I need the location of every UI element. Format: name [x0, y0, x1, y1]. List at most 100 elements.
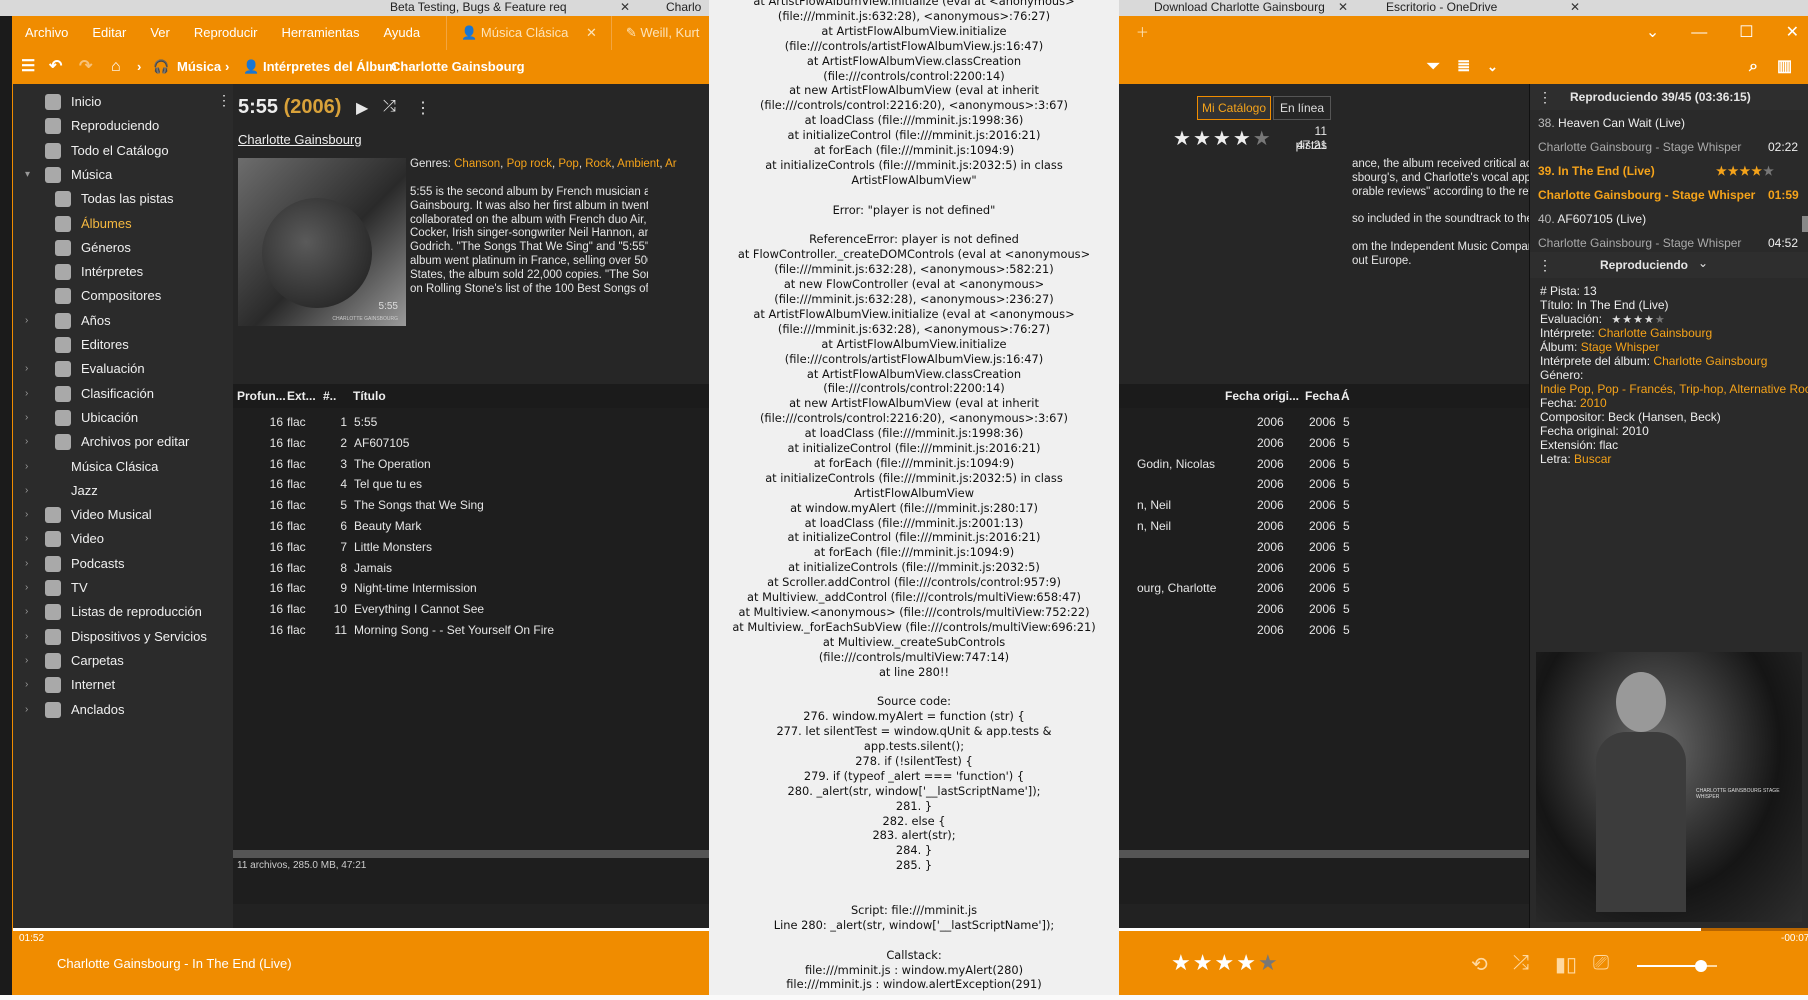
volume-slider[interactable] [1637, 960, 1717, 972]
detail-value[interactable]: Charlotte Gainsbourg [1598, 326, 1712, 340]
minimize-button[interactable]: — [1691, 16, 1707, 50]
close-icon[interactable]: ✕ [620, 0, 630, 14]
sidebar-item[interactable]: › Anclados [13, 696, 233, 724]
chevron-down-icon[interactable]: ⌄ [1646, 16, 1659, 50]
new-tab-button[interactable]: ＋ [1122, 16, 1163, 50]
playlist-item-rating[interactable]: ★★★★★ [1716, 164, 1775, 178]
close-icon[interactable]: ✕ [1570, 0, 1580, 14]
star-icon[interactable]: ★ [1171, 950, 1193, 975]
chevron-down-icon[interactable]: ⌄ [1487, 50, 1498, 84]
close-window-button[interactable]: ✕ [1786, 16, 1799, 50]
more-icon[interactable]: ⋮ [1538, 89, 1552, 106]
detail-value[interactable]: Charlotte Gainsbourg [1653, 354, 1767, 368]
col-num[interactable]: #.. [323, 384, 336, 408]
playlist-item[interactable]: 38. Heaven Can Wait (Live) [1538, 116, 1808, 130]
list-view-icon[interactable]: ≣ [1457, 50, 1470, 84]
genre-link[interactable]: Chanson [454, 158, 500, 170]
error-line: at ArtistFlowAlbumView.initialize [821, 23, 1007, 38]
error-line: at Multiview._forEachSubView (file:///co… [732, 619, 1096, 634]
star-icon[interactable]: ★ [1258, 950, 1280, 975]
menu-ver[interactable]: Ver [138, 16, 182, 50]
detail-value[interactable]: Indie Pop, Pop - Francés, Trip-hop, Alte… [1540, 382, 1808, 396]
more-icon[interactable]: ⋮ [217, 92, 231, 109]
current-track[interactable]: Charlotte Gainsbourg - In The End (Live) [57, 956, 292, 971]
star-icon[interactable]: ★ [1233, 128, 1253, 150]
playlist-item[interactable]: 39. In The End (Live) ★★★★★ [1538, 164, 1808, 178]
back-icon[interactable]: ↶ [49, 50, 62, 84]
menu-editar[interactable]: Editar [80, 16, 138, 50]
forward-icon[interactable]: ↷ [79, 50, 92, 84]
browser-tab[interactable]: Download Charlotte Gainsbourg ✕ [1130, 0, 1350, 16]
breadcrumb-artist[interactable]: Charlotte Gainsbourg [391, 50, 525, 84]
genre-link[interactable]: Pop [558, 158, 578, 170]
track-rating[interactable]: ★★★★★ [1171, 950, 1280, 976]
online-button[interactable]: En línea [1273, 96, 1331, 120]
genre-link[interactable]: Ar [665, 158, 677, 170]
repeat-icon[interactable]: ⟲ [1471, 952, 1488, 977]
star-icon[interactable]: ★ [1751, 164, 1763, 178]
menu-ayuda[interactable]: Ayuda [371, 16, 432, 50]
search-icon[interactable]: ⌕ [1749, 50, 1758, 84]
browser-tab[interactable]: Beta Testing, Bugs & Feature req ✕ [368, 0, 632, 16]
app-tab-musica-clasica[interactable]: 👤 Música Clásica ✕ [446, 16, 611, 50]
col-orig-date[interactable]: Fecha origi... [1225, 384, 1299, 408]
star-icon[interactable]: ★ [1633, 314, 1644, 326]
home-icon[interactable]: ⌂ [111, 50, 121, 84]
star-icon[interactable]: ★ [1253, 128, 1273, 150]
more-icon[interactable]: ⋮ [1538, 257, 1552, 274]
playlist-item-artist: Charlotte Gainsbourg - Stage Whisper [1538, 140, 1742, 154]
close-icon[interactable]: ✕ [1338, 0, 1348, 14]
menu-archivo[interactable]: Archivo [13, 16, 80, 50]
genre-link[interactable]: Pop rock [507, 158, 552, 170]
star-icon[interactable]: ★ [1193, 950, 1215, 975]
album-artist-link[interactable]: Charlotte Gainsbourg [238, 132, 362, 147]
star-icon[interactable]: ★ [1763, 164, 1775, 178]
star-icon[interactable]: ★ [1214, 950, 1236, 975]
detail-rating[interactable]: ★★★★★ [1611, 314, 1665, 326]
star-icon[interactable]: ★ [1611, 314, 1622, 326]
detail-value[interactable]: 2010 [1580, 396, 1607, 410]
sidebar-toggle-icon[interactable]: ☰ [21, 50, 35, 84]
filter-icon[interactable]: ⏷ [1427, 50, 1440, 84]
menu-herramientas[interactable]: Herramientas [269, 16, 371, 50]
detail-value[interactable]: Buscar [1574, 452, 1611, 466]
description-line: on Rolling Stone's list of the 100 Best … [410, 282, 648, 295]
chevron-down-icon[interactable]: ⌄ [1698, 256, 1708, 270]
menu-reproducir[interactable]: Reproducir [182, 16, 270, 50]
star-icon[interactable]: ★ [1236, 950, 1258, 975]
close-icon[interactable]: ✕ [586, 25, 597, 40]
star-icon[interactable]: ★ [1716, 164, 1728, 178]
breadcrumb-musica[interactable]: Música [177, 50, 221, 84]
shuffle-icon[interactable]: ⤮ [1513, 952, 1529, 975]
star-icon[interactable]: ★ [1213, 128, 1233, 150]
cast-icon[interactable]: ⎚ [1593, 952, 1609, 975]
more-icon[interactable]: ⋮ [415, 98, 431, 118]
chevron-right-icon[interactable]: › [25, 696, 28, 724]
detail-value[interactable]: Stage Whisper [1581, 340, 1660, 354]
shuffle-icon[interactable]: ⤮ [383, 98, 396, 116]
album-rating[interactable]: ★★★★★ [1173, 126, 1273, 151]
star-icon[interactable]: ★ [1173, 128, 1193, 150]
col-title[interactable]: Título [353, 384, 386, 408]
genre-link[interactable]: Ambient [617, 158, 659, 170]
playlist-scrollbar[interactable] [1802, 216, 1808, 232]
col-album[interactable]: Á [1341, 384, 1350, 408]
equalizer-icon[interactable]: ▮▯ [1555, 952, 1577, 977]
col-ext[interactable]: Ext... [287, 384, 316, 408]
star-icon[interactable]: ★ [1740, 164, 1752, 178]
star-icon[interactable]: ★ [1622, 314, 1633, 326]
col-depth[interactable]: Profun... [237, 384, 286, 408]
panel-toggle-icon[interactable]: ▥ [1777, 50, 1792, 84]
star-icon[interactable]: ★ [1644, 314, 1655, 326]
star-icon[interactable]: ★ [1193, 128, 1213, 150]
genre-link[interactable]: Rock [585, 158, 611, 170]
maximize-button[interactable]: ☐ [1739, 16, 1753, 50]
playlist-item[interactable]: 40. AF607105 (Live) [1538, 212, 1808, 226]
browser-tab[interactable]: Escritorio - OneDrive ✕ [1362, 0, 1582, 16]
browser-tab[interactable]: Charlo [646, 0, 706, 16]
my-catalog-button[interactable]: Mi Catálogo [1197, 96, 1271, 120]
col-date[interactable]: Fecha [1305, 384, 1340, 408]
star-icon[interactable]: ★ [1728, 164, 1740, 178]
play-icon[interactable]: ▶ [356, 98, 368, 118]
star-icon[interactable]: ★ [1655, 314, 1666, 326]
